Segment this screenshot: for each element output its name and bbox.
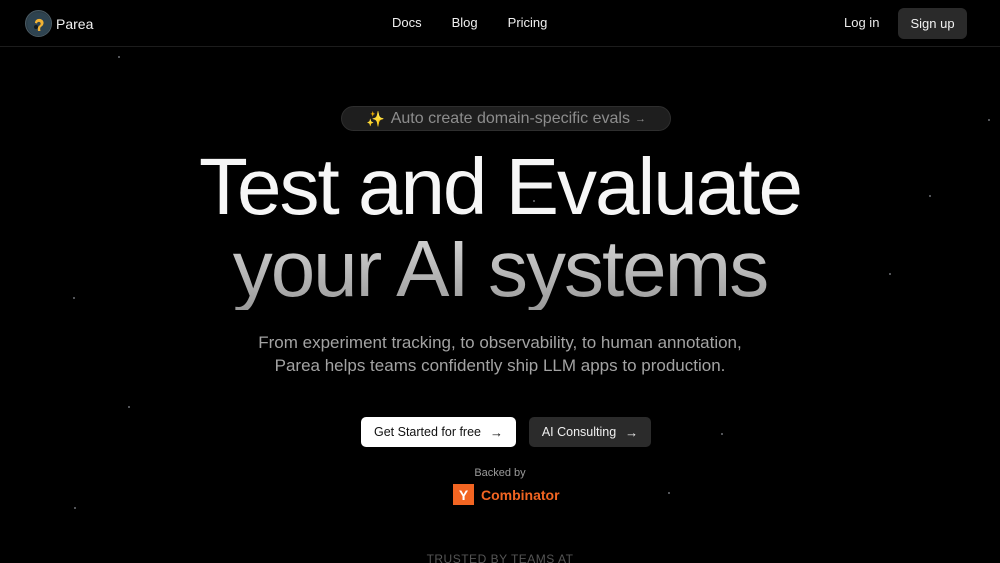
announcement-pill[interactable]: ✨ Auto create domain-specific evals →: [341, 106, 671, 131]
get-started-label: Get Started for free: [374, 425, 481, 439]
star-dot: [74, 507, 76, 509]
login-link[interactable]: Log in: [844, 15, 879, 31]
nav-link-blog[interactable]: Blog: [452, 15, 478, 31]
star-dot: [988, 119, 990, 121]
backed-by-label: Backed by: [474, 467, 526, 479]
brand-link[interactable]: Parea: [25, 10, 93, 37]
star-dot: [721, 433, 723, 435]
ai-consulting-label: AI Consulting: [541, 425, 617, 439]
subtitle-line-2: Parea helps teams confidently ship LLM a…: [274, 356, 726, 375]
ai-consulting-button[interactable]: AI Consulting →: [529, 417, 651, 447]
star-dot: [668, 492, 670, 494]
arrow-right-icon: →: [634, 112, 646, 125]
yc-letter-icon: Y: [453, 484, 474, 505]
nav-links: Docs Blog Pricing: [392, 15, 577, 31]
headline-line-1: Test and Evaluate: [199, 142, 803, 231]
hero-headline: Test and Evaluate your AI systems: [0, 146, 1000, 310]
top-navbar: Parea Docs Blog Pricing Log in Sign up: [0, 0, 1000, 47]
star-dot: [128, 406, 130, 408]
sparkle-icon: ✨: [366, 110, 385, 128]
landing-page: Parea Docs Blog Pricing Log in Sign up ✨…: [0, 0, 1000, 563]
signup-button[interactable]: Sign up: [898, 8, 967, 39]
trusted-by-heading: TRUSTED BY TEAMS AT: [426, 552, 574, 563]
announcement-text: Auto create domain-specific evals: [390, 109, 630, 127]
yc-name: Combinator: [481, 486, 560, 503]
parea-logo-icon: [25, 10, 52, 37]
subtitle-line-1: From experiment tracking, to observabili…: [258, 333, 742, 352]
y-combinator-logo[interactable]: Y Combinator: [453, 484, 560, 505]
headline-line-2: your AI systems: [0, 228, 1000, 310]
nav-link-pricing[interactable]: Pricing: [508, 15, 548, 31]
get-started-button[interactable]: Get Started for free →: [361, 417, 516, 447]
brand-name: Parea: [56, 15, 94, 32]
nav-link-docs[interactable]: Docs: [392, 15, 422, 31]
arrow-right-icon: →: [625, 424, 639, 440]
star-dot: [118, 56, 120, 58]
arrow-right-icon: →: [490, 424, 503, 440]
hero-subtitle: From experiment tracking, to observabili…: [0, 331, 1000, 377]
